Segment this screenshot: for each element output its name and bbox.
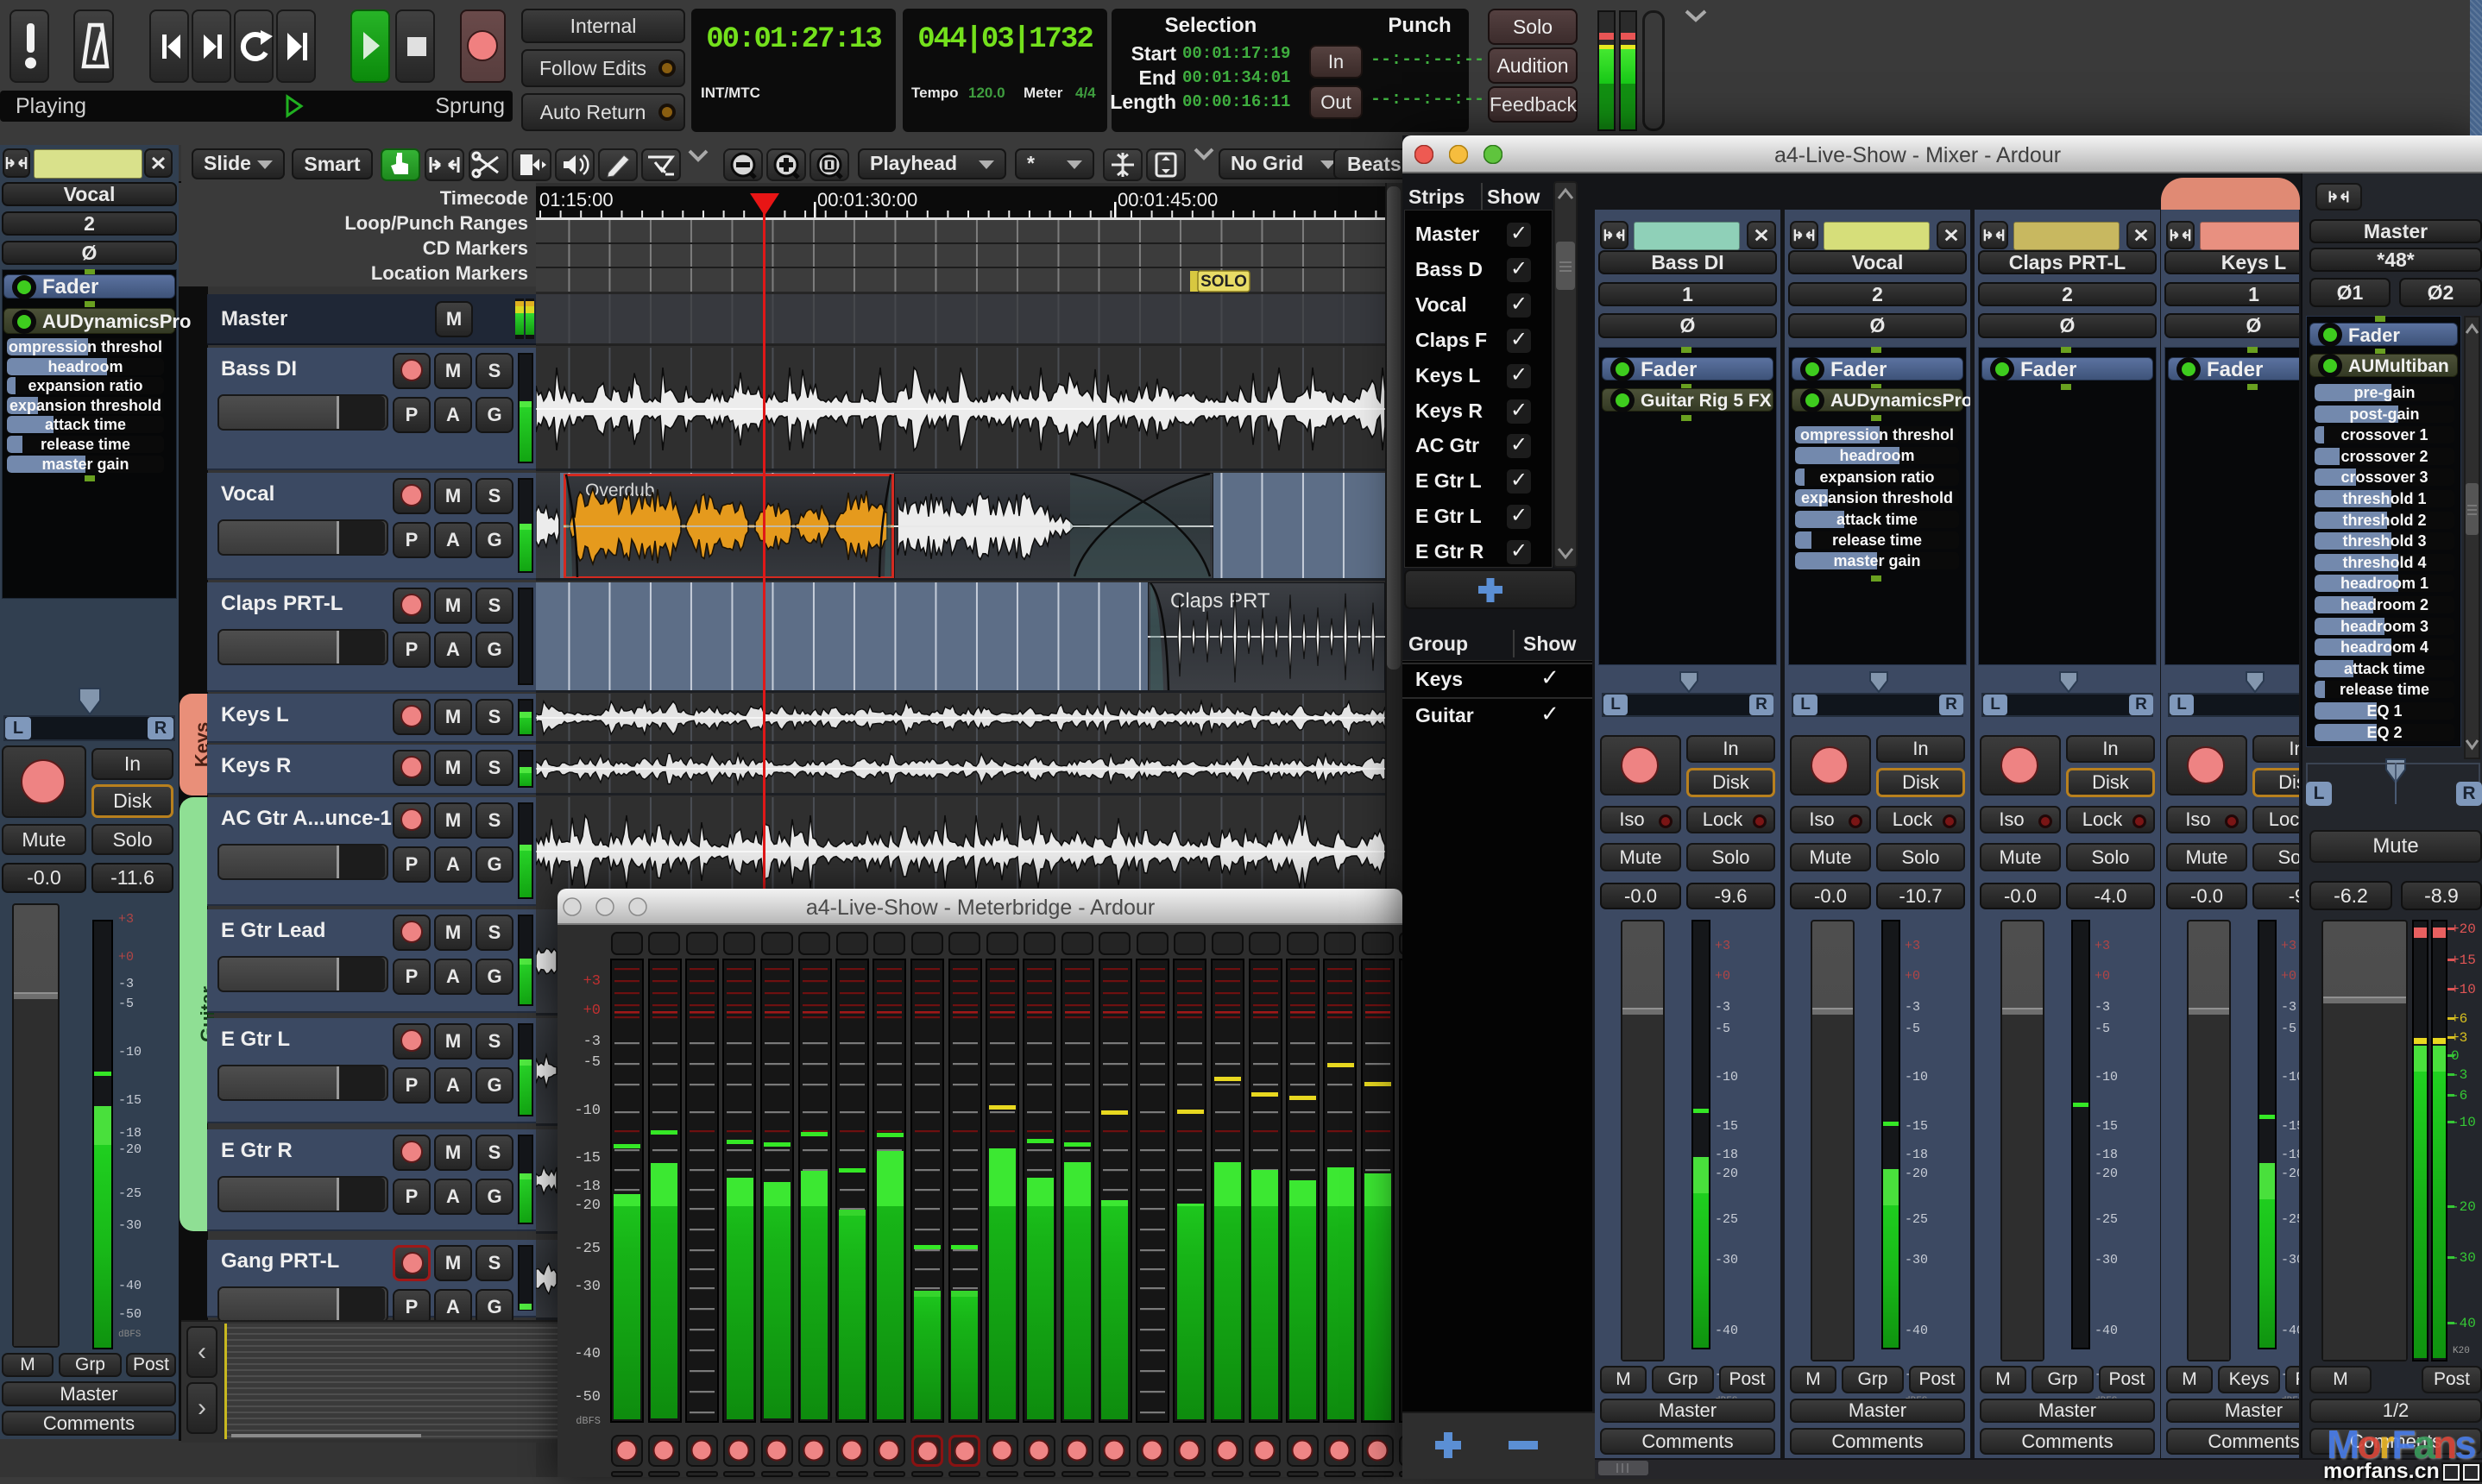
- svg-text:SOLO: SOLO: [1200, 273, 1247, 291]
